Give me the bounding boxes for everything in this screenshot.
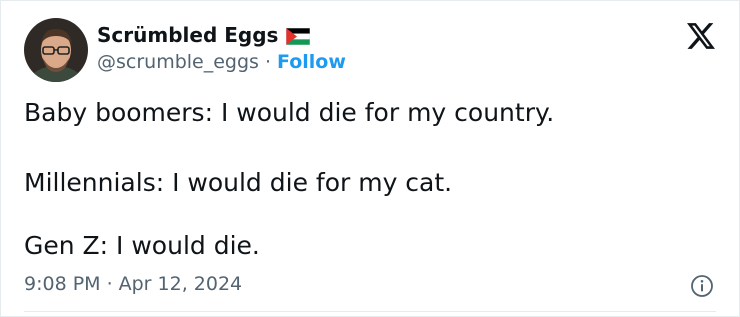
follow-button[interactable]: Follow (277, 51, 346, 73)
tweet-date: Apr 12, 2024 (118, 273, 243, 295)
tweet-timestamp[interactable]: 9:08 PM · Apr 12, 2024 (24, 273, 242, 295)
avatar-image (24, 18, 88, 82)
tweet-text-line: Gen Z: I would die. (24, 231, 260, 260)
tweet-card: Scrümbled Eggs @scrumble_eggs · Follow B… (0, 0, 740, 317)
tweet-text-line: Millennials: I would die for my cat. (24, 168, 453, 197)
author-handle[interactable]: @scrumble_eggs (97, 51, 259, 73)
handle-separator: · (264, 51, 271, 73)
tweet-time: 9:08 PM (24, 273, 101, 295)
author-display-name[interactable]: Scrümbled Eggs (97, 23, 278, 47)
palestine-flag-icon (286, 27, 311, 45)
timestamp-separator: · (106, 273, 113, 295)
author-name-row: Scrümbled Eggs (97, 23, 311, 47)
x-logo-icon[interactable] (687, 23, 715, 49)
author-handle-row: @scrumble_eggs · Follow (97, 51, 346, 73)
divider (24, 311, 716, 312)
tweet-text-line: Baby boomers: I would die for my country… (24, 98, 555, 127)
avatar[interactable] (24, 18, 88, 82)
info-icon[interactable] (690, 274, 714, 298)
